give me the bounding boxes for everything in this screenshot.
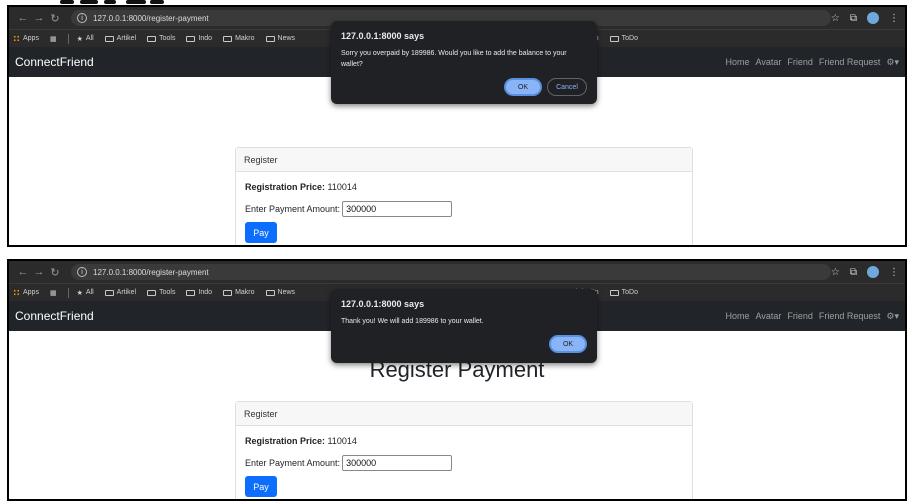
ok-button[interactable]: OK <box>549 335 587 353</box>
payment-amount-row: Enter Payment Amount: <box>236 192 692 217</box>
pay-button[interactable]: Pay <box>245 476 277 497</box>
amount-label: Enter Payment Amount: <box>245 458 341 468</box>
payment-amount-input[interactable] <box>342 455 453 471</box>
browser-toolbar: ← → ↻ i 127.0.0.1:8000/register-payment … <box>9 261 905 283</box>
screenshot-thank-you-alert: ← → ↻ i 127.0.0.1:8000/register-payment … <box>7 259 907 501</box>
pay-button[interactable]: Pay <box>245 222 277 243</box>
grid-icon[interactable]: ▦ <box>50 289 57 297</box>
menu-icon[interactable]: ⋮ <box>889 13 899 24</box>
register-card: Register Registration Price: 110014 Ente… <box>235 147 693 245</box>
bookmark-apps[interactable]: Apps <box>13 289 39 296</box>
folder-icon <box>186 35 196 42</box>
bookmark-todo[interactable]: ToDo <box>609 35 638 42</box>
payment-amount-input[interactable] <box>342 201 453 217</box>
bookmark-all[interactable]: ★ All <box>77 289 94 297</box>
registration-price: Registration Price: 110014 <box>236 172 692 192</box>
nav-home[interactable]: Home <box>725 57 749 67</box>
folder-icon <box>609 35 619 42</box>
nav-friend-request[interactable]: Friend Request <box>819 57 881 67</box>
nav-friend[interactable]: Friend <box>787 311 813 321</box>
back-icon[interactable]: ← <box>15 12 31 24</box>
price-value: 110014 <box>327 182 357 192</box>
bookmark-todo[interactable]: ToDo <box>609 289 638 296</box>
nav-avatar[interactable]: Avatar <box>755 57 781 67</box>
payment-amount-row: Enter Payment Amount: <box>236 446 692 471</box>
grid-icon[interactable]: ▦ <box>50 35 57 43</box>
amount-label: Enter Payment Amount: <box>245 204 341 214</box>
bookmark-indo[interactable]: Indo <box>186 35 212 42</box>
nav-friend-request[interactable]: Friend Request <box>819 311 881 321</box>
url-text: 127.0.0.1:8000/register-payment <box>93 13 209 23</box>
site-info-icon[interactable]: i <box>77 13 87 23</box>
bookmark-makro[interactable]: Makro <box>223 35 255 42</box>
bookmark-star-icon[interactable]: ☆ <box>831 267 840 278</box>
folder-icon <box>265 289 275 296</box>
bookmark-apps[interactable]: Apps <box>13 35 39 42</box>
cancel-button[interactable]: Cancel <box>547 78 587 96</box>
bookmark-artikel[interactable]: Artikel <box>104 35 136 42</box>
profile-avatar[interactable] <box>867 12 879 24</box>
alert-dialog: 127.0.0.1:8000 says Thank you! We will a… <box>331 289 597 363</box>
bookmark-indo[interactable]: Indo <box>186 289 212 296</box>
register-card: Register Registration Price: 110014 Ente… <box>235 401 693 499</box>
folder-icon <box>223 35 233 42</box>
nav-friend[interactable]: Friend <box>787 57 813 67</box>
bookmark-tools[interactable]: Tools <box>147 289 175 296</box>
reload-icon[interactable]: ↻ <box>47 266 63 279</box>
settings-gear-icon[interactable]: ⚙▾ <box>886 57 899 68</box>
profile-avatar[interactable] <box>867 266 879 278</box>
bookmark-tools[interactable]: Tools <box>147 35 175 42</box>
settings-gear-icon[interactable]: ⚙▾ <box>886 311 899 322</box>
forward-icon[interactable]: → <box>31 266 47 278</box>
dialog-message: Sorry you overpaid by 189986. Would you … <box>341 50 567 68</box>
nav-avatar[interactable]: Avatar <box>755 311 781 321</box>
brand-link[interactable]: ConnectFriend <box>15 55 94 69</box>
star-icon: ★ <box>76 289 83 297</box>
card-title: Register <box>236 148 692 172</box>
menu-icon[interactable]: ⋮ <box>889 267 899 278</box>
forward-icon[interactable]: → <box>31 12 47 24</box>
bookmark-artikel[interactable]: Artikel <box>104 289 136 296</box>
price-label: Registration Price: <box>245 182 326 192</box>
address-bar[interactable]: i 127.0.0.1:8000/register-payment <box>71 264 831 280</box>
dialog-message: Thank you! We will add 189986 to your wa… <box>341 318 484 325</box>
star-icon: ★ <box>76 35 83 43</box>
bookmark-all[interactable]: ★ All <box>77 35 94 43</box>
extensions-icon[interactable]: ⧉ <box>850 13 857 24</box>
url-text: 127.0.0.1:8000/register-payment <box>93 267 209 277</box>
folder-icon <box>609 289 619 296</box>
registration-price: Registration Price: 110014 <box>236 426 692 446</box>
reload-icon[interactable]: ↻ <box>47 12 63 25</box>
dialog-title: 127.0.0.1:8000 says <box>341 299 425 309</box>
bookmark-news[interactable]: News <box>265 35 295 42</box>
screenshot-overpaid-prompt: ← → ↻ i 127.0.0.1:8000/register-payment … <box>7 5 907 247</box>
price-label: Registration Price: <box>245 436 326 446</box>
site-info-icon[interactable]: i <box>77 267 87 277</box>
apps-icon <box>13 289 20 296</box>
folder-icon <box>223 289 233 296</box>
extensions-icon[interactable]: ⧉ <box>850 267 857 278</box>
price-value: 110014 <box>327 436 357 446</box>
folder-icon <box>147 289 157 296</box>
confirm-dialog: 127.0.0.1:8000 says Sorry you overpaid b… <box>331 21 597 104</box>
apps-icon <box>13 35 20 42</box>
folder-icon <box>186 289 196 296</box>
bookmark-star-icon[interactable]: ☆ <box>831 13 840 24</box>
comparison-figure: ← → ↻ i 127.0.0.1:8000/register-payment … <box>0 0 907 504</box>
folder-icon <box>265 35 275 42</box>
folder-icon <box>104 35 114 42</box>
ok-button[interactable]: OK <box>504 78 542 96</box>
bookmark-makro[interactable]: Makro <box>223 289 255 296</box>
back-icon[interactable]: ← <box>15 266 31 278</box>
brand-link[interactable]: ConnectFriend <box>15 309 94 323</box>
card-title: Register <box>236 402 692 426</box>
nav-home[interactable]: Home <box>725 311 749 321</box>
folder-icon <box>104 289 114 296</box>
dialog-title: 127.0.0.1:8000 says <box>341 31 425 41</box>
folder-icon <box>147 35 157 42</box>
bookmark-news[interactable]: News <box>265 289 295 296</box>
